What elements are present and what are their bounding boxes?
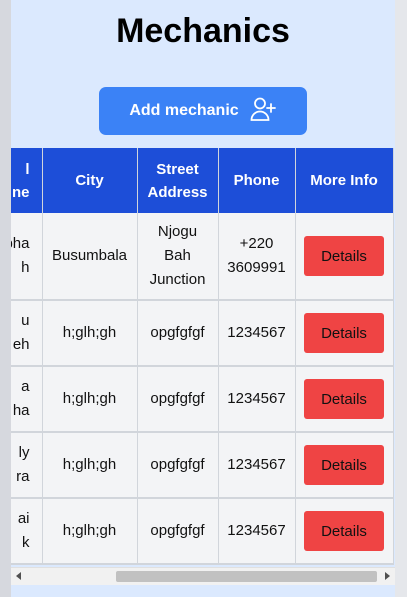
- cell-street: opgfgfgf: [137, 300, 219, 367]
- cell-phone: 1234567: [218, 432, 296, 499]
- cell-action: Details: [295, 366, 394, 433]
- cell-city: Busumbala: [42, 213, 138, 301]
- header-more-info: More Info: [295, 148, 394, 213]
- details-button[interactable]: Details: [304, 313, 384, 353]
- cell-name: ly ra: [11, 432, 43, 499]
- details-button[interactable]: Details: [304, 379, 384, 419]
- table-header-row: l ne City Street Address Phone More Info: [11, 148, 394, 213]
- scroll-right-arrow-icon[interactable]: [385, 572, 390, 580]
- table-row: ai k h;glh;gh opgfgfgf 1234567 Details: [11, 498, 394, 565]
- page-container: Mechanics Add mechanic l ne City Street A: [11, 0, 395, 597]
- cell-city: h;glh;gh: [42, 432, 138, 499]
- cell-city: h;glh;gh: [42, 366, 138, 433]
- window-edge: [395, 0, 407, 597]
- cell-street: opgfgfgf: [137, 366, 219, 433]
- cell-action: Details: [295, 432, 394, 499]
- details-button[interactable]: Details: [304, 445, 384, 485]
- add-mechanic-button[interactable]: Add mechanic: [99, 87, 307, 135]
- cell-name: a ha: [11, 366, 43, 433]
- header-name: l ne: [11, 148, 43, 213]
- table-row: phah Busumbala NjoguBahJunction +2203609…: [11, 213, 394, 301]
- header-street-address: Street Address: [137, 148, 219, 213]
- page-title: Mechanics: [116, 12, 290, 50]
- cell-phone: 1234567: [218, 366, 296, 433]
- scrollbar-thumb[interactable]: [116, 571, 377, 582]
- mechanics-table-scroll-area[interactable]: lne City StreetAddress Phone More Info p…: [11, 148, 395, 567]
- cell-street: Njogu Bah Junction: [137, 213, 219, 301]
- cell-phone: +220 3609991: [218, 213, 296, 301]
- table-row: u eh h;glh;gh opgfgfgf 1234567 Details: [11, 300, 394, 367]
- cell-name: u eh: [11, 300, 43, 367]
- cell-street: opgfgfgf: [137, 432, 219, 499]
- cell-city: h;glh;gh: [42, 498, 138, 565]
- cell-name: phah: [11, 213, 43, 301]
- cell-city: h;glh;gh: [42, 300, 138, 367]
- cell-name: ai k: [11, 498, 43, 565]
- cell-phone: 1234567: [218, 498, 296, 565]
- scroll-left-arrow-icon[interactable]: [16, 572, 21, 580]
- header-city: City: [42, 148, 138, 213]
- details-button[interactable]: Details: [304, 236, 384, 276]
- table-row: a ha h;glh;gh opgfgfgf 1234567 Details: [11, 366, 394, 433]
- details-button[interactable]: Details: [304, 511, 384, 551]
- cell-phone: 1234567: [218, 300, 296, 367]
- mechanics-table: lne City StreetAddress Phone More Info p…: [11, 148, 394, 565]
- horizontal-scrollbar[interactable]: [11, 567, 395, 585]
- add-mechanic-label: Add mechanic: [129, 102, 239, 119]
- cell-street: opgfgfgf: [137, 498, 219, 565]
- header-phone: Phone: [218, 148, 296, 213]
- table-row: ly ra h;glh;gh opgfgfgf 1234567 Details: [11, 432, 394, 499]
- cell-action: Details: [295, 498, 394, 565]
- cell-action: Details: [295, 213, 394, 301]
- cell-action: Details: [295, 300, 394, 367]
- user-plus-icon: [249, 95, 277, 128]
